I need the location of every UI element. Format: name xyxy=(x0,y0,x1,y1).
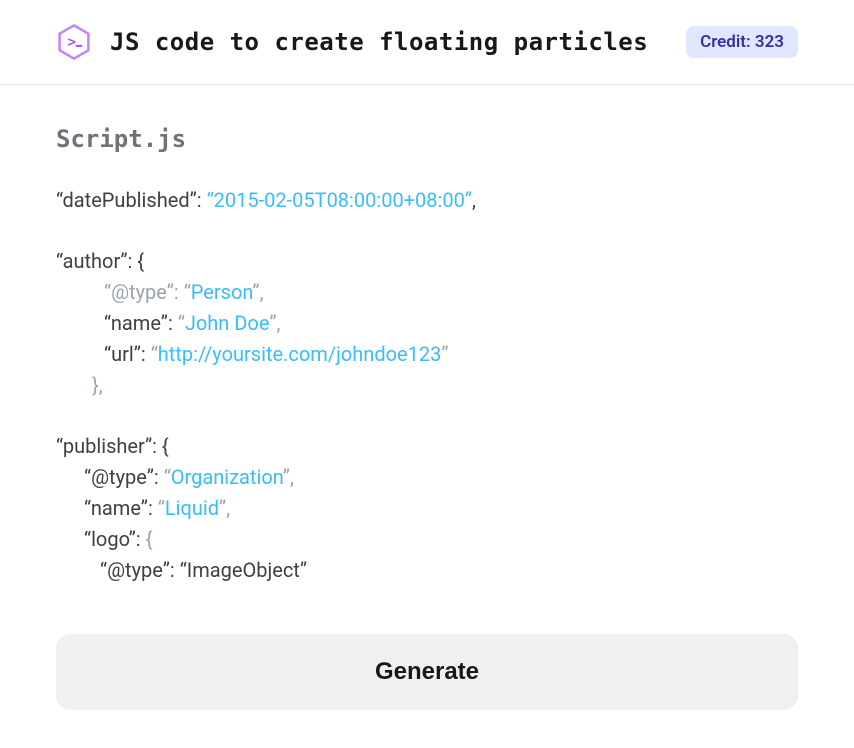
code-line: “url”: “http://yoursite.com/johndoe123” xyxy=(56,339,798,370)
key-text: “@type”: xyxy=(84,465,164,489)
quote: “ xyxy=(151,342,158,366)
quote: ” xyxy=(252,280,259,304)
code-line: “name”: “Liquid”, xyxy=(56,493,798,524)
quote: “ xyxy=(207,188,214,212)
quote: ” xyxy=(465,188,472,212)
quote: ” xyxy=(283,465,290,489)
colon: : xyxy=(174,280,184,304)
quote: “ xyxy=(178,311,185,335)
code-block: “datePublished”: “2015-02-05T08:00:00+08… xyxy=(56,185,798,586)
code-line: “logo”: { xyxy=(56,524,798,555)
code-line: “@type”: “Person”, xyxy=(56,277,798,308)
comma: , xyxy=(290,465,294,489)
code-line: “name”: “John Doe”, xyxy=(56,308,798,339)
blank-line xyxy=(56,216,798,246)
value-text: Organization xyxy=(171,465,283,489)
comma: , xyxy=(226,496,230,520)
value-text: 2015-02-05T08:00:00+08:00 xyxy=(214,188,465,212)
code-line: “datePublished”: “2015-02-05T08:00:00+08… xyxy=(56,185,798,216)
key-text: “@type” xyxy=(104,280,174,304)
key-text: “@type”: “ImageObject” xyxy=(100,558,307,582)
key-text: “author”: { xyxy=(56,249,144,273)
value-text: John Doe xyxy=(185,311,269,335)
quote: “ xyxy=(164,465,171,489)
comma: , xyxy=(276,311,280,335)
filename-label: Script.js xyxy=(56,125,798,153)
key-text: “publisher”: { xyxy=(56,434,169,458)
main-content: Script.js “datePublished”: “2015-02-05T0… xyxy=(0,85,854,730)
key-text: “url”: xyxy=(104,342,151,366)
blank-line xyxy=(56,401,798,431)
quote: “ xyxy=(158,496,165,520)
key-text: “name”: xyxy=(104,311,178,335)
code-line: }, xyxy=(56,370,798,401)
generate-button[interactable]: Generate xyxy=(56,634,798,710)
key-text: “datePublished”: xyxy=(56,188,207,212)
key-text: “logo”: xyxy=(84,527,146,551)
page-title: JS code to create floating particles xyxy=(110,28,668,56)
comma: , xyxy=(472,188,476,212)
brace: { xyxy=(146,527,153,551)
app-logo-icon: > xyxy=(56,24,92,60)
quote: ” xyxy=(441,342,448,366)
quote: “ xyxy=(184,280,191,304)
header: > JS code to create floating particles C… xyxy=(0,0,854,85)
value-text: Person xyxy=(191,280,253,304)
credit-badge: Credit: 323 xyxy=(686,26,798,58)
value-text: http://yoursite.com/johndoe123 xyxy=(158,342,442,366)
brace: }, xyxy=(92,373,103,397)
svg-text:>: > xyxy=(68,34,77,50)
value-text: Liquid xyxy=(165,496,219,520)
code-line: “@type”: “ImageObject” xyxy=(56,555,798,586)
key-text: “name”: xyxy=(84,496,158,520)
code-line: “author”: { xyxy=(56,246,798,277)
code-line: “@type”: “Organization”, xyxy=(56,462,798,493)
comma: , xyxy=(260,280,264,304)
code-line: “publisher”: { xyxy=(56,431,798,462)
